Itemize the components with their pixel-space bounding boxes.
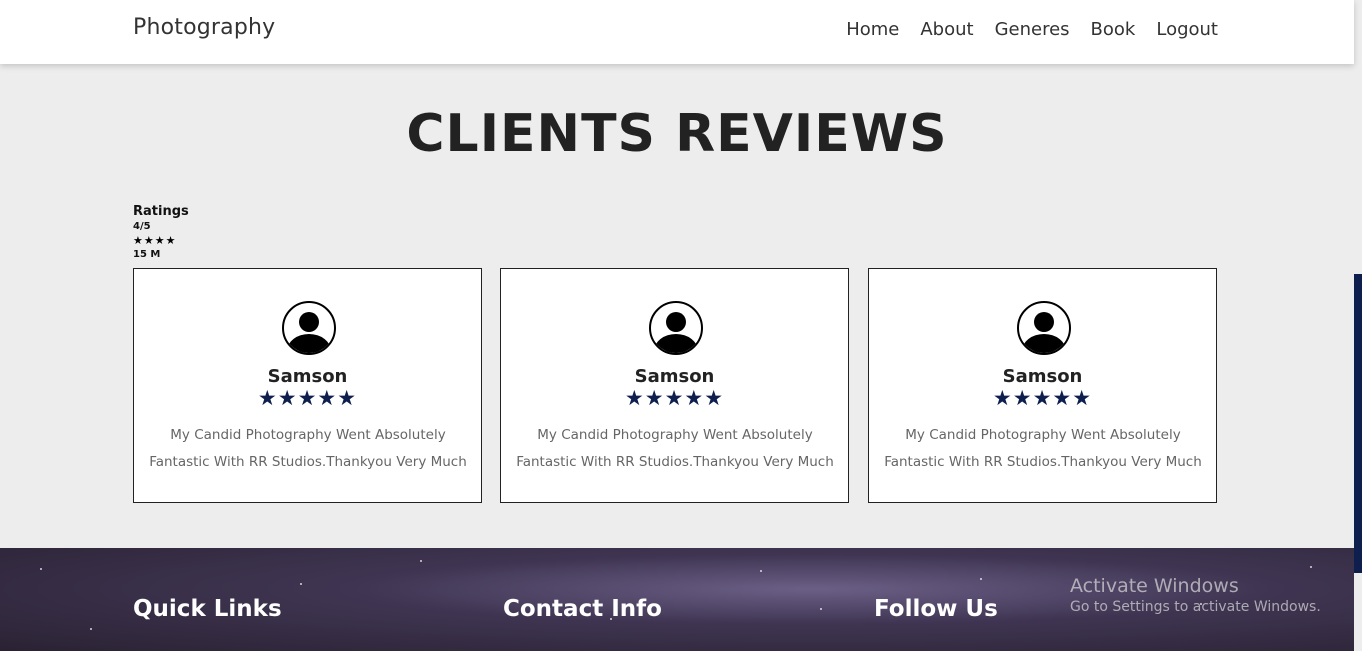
review-card: Samson ★★★★★ My Candid Photography Went … (133, 268, 482, 503)
star-rating-icon: ★★★★★ (624, 386, 725, 410)
page-title: CLIENTS REVIEWS (406, 104, 948, 164)
ratings-summary: Ratings 4/5 ★★★★ 15 M (133, 204, 189, 262)
reviewer-name: Samson (267, 366, 348, 387)
brand-logo[interactable]: Photography (133, 15, 275, 40)
review-card: Samson ★★★★★ My Candid Photography Went … (500, 268, 849, 503)
navbar: Photography Home About Generes Book Logo… (0, 0, 1354, 64)
ratings-score: 4/5 (133, 221, 151, 232)
nav-logout[interactable]: Logout (1156, 19, 1218, 40)
background-star (1310, 566, 1312, 568)
background-star (760, 570, 762, 572)
watermark-subtitle: Go to Settings to activate Windows. (1070, 599, 1321, 615)
footer-contact-heading: Contact Info (503, 596, 662, 622)
ratings-count: 15 M (133, 249, 161, 260)
footer-follow-heading: Follow Us (874, 596, 998, 622)
footer-quick-links-heading: Quick Links (133, 596, 282, 622)
background-star (420, 560, 422, 562)
nav-links: Home About Generes Book Logout (846, 19, 1218, 40)
review-card: Samson ★★★★★ My Candid Photography Went … (868, 268, 1217, 503)
review-line: Fantastic With RR Studios.Thankyou Very … (516, 454, 834, 470)
review-text: My Candid Photography Went Absolutely Fa… (515, 422, 835, 476)
nav-generes[interactable]: Generes (995, 19, 1070, 40)
background-star (90, 628, 92, 630)
user-avatar-icon (1017, 301, 1071, 355)
watermark-title: Activate Windows (1070, 575, 1239, 597)
windows-activation-watermark: Activate Windows Go to Settings to activ… (1070, 575, 1321, 615)
reviewer-name: Samson (634, 366, 715, 387)
ratings-stars-icon: ★★★★ (133, 234, 177, 247)
review-line: Fantastic With RR Studios.Thankyou Very … (884, 454, 1202, 470)
nav-about[interactable]: About (920, 19, 973, 40)
side-accent-bar (1354, 274, 1362, 573)
review-text: My Candid Photography Went Absolutely Fa… (148, 422, 468, 476)
nav-home[interactable]: Home (846, 19, 899, 40)
background-star (40, 568, 42, 570)
nav-book[interactable]: Book (1091, 19, 1136, 40)
star-rating-icon: ★★★★★ (992, 386, 1093, 410)
review-line: My Candid Photography Went Absolutely (170, 427, 446, 443)
review-line: Fantastic With RR Studios.Thankyou Very … (149, 454, 467, 470)
background-star (980, 578, 982, 580)
reviewer-name: Samson (1002, 366, 1083, 387)
review-line: My Candid Photography Went Absolutely (905, 427, 1181, 443)
background-star (300, 583, 302, 585)
background-star (820, 608, 822, 610)
review-line: My Candid Photography Went Absolutely (537, 427, 813, 443)
ratings-label: Ratings (133, 204, 189, 219)
review-text: My Candid Photography Went Absolutely Fa… (883, 422, 1203, 476)
star-rating-icon: ★★★★★ (257, 386, 358, 410)
user-avatar-icon (649, 301, 703, 355)
user-avatar-icon (282, 301, 336, 355)
